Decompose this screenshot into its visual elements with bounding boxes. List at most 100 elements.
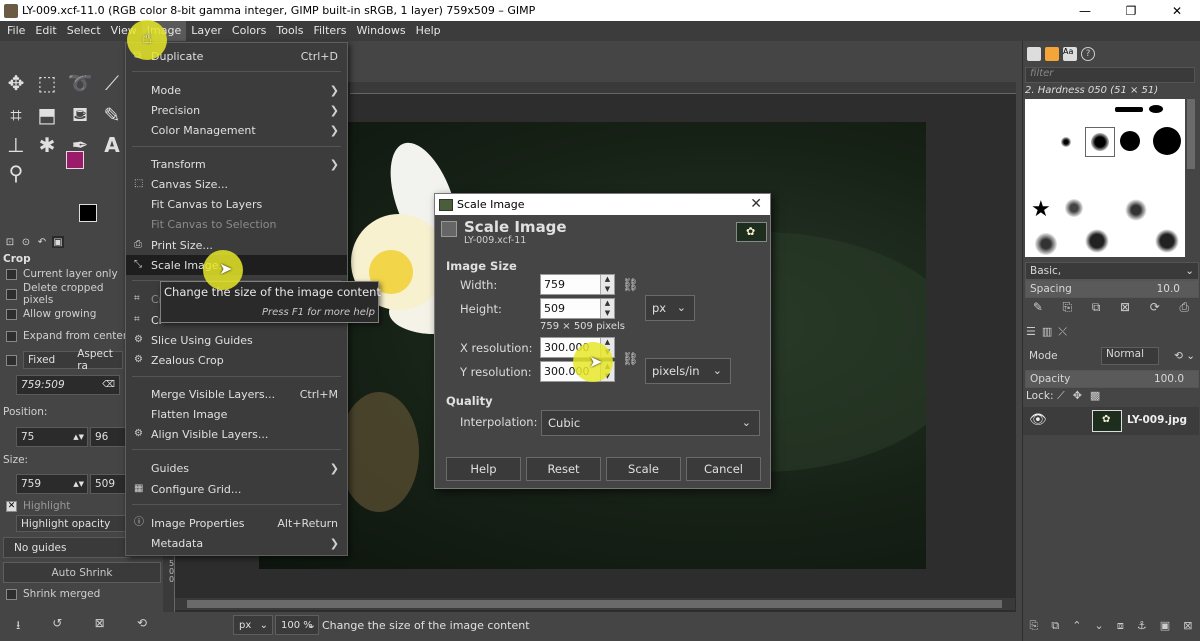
menu-item-merge-visible[interactable]: Merge Visible Layers... Ctrl+M: [126, 384, 347, 404]
scrollbar-thumb[interactable]: [187, 600, 1002, 608]
device-status-tab-icon[interactable]: ⊙: [20, 236, 32, 248]
option-current-layer[interactable]: Current layer only: [0, 264, 130, 284]
duplicate-layer-icon[interactable]: ⧈: [1117, 619, 1124, 637]
fixed-aspect-select[interactable]: Fixed Aspect ra: [23, 348, 123, 372]
mode-select[interactable]: Normal: [1101, 347, 1159, 365]
mode-reset-icon[interactable]: ⟲ ⌄: [1174, 350, 1195, 362]
menu-select[interactable]: Select: [62, 21, 106, 41]
delete-options-icon[interactable]: ⊠: [95, 616, 105, 636]
size-unit-select[interactable]: px ⌄: [645, 295, 695, 321]
menu-item-configure-grid[interactable]: ▦ Configure Grid...: [126, 479, 347, 499]
cancel-button[interactable]: Cancel: [686, 457, 761, 481]
position-x-field[interactable]: 75 ▲▼: [16, 427, 88, 447]
brush-scrollbar[interactable]: [1187, 99, 1195, 169]
menu-item-color-management[interactable]: Color Management ❯: [126, 120, 347, 140]
checkbox[interactable]: [6, 268, 17, 280]
option-highlight[interactable]: ✕ Highlight: [0, 496, 130, 516]
images-tab-icon[interactable]: ▣: [52, 236, 64, 248]
guides-select[interactable]: No guides: [3, 537, 130, 558]
move-tool-icon[interactable]: ✥: [4, 71, 28, 95]
brush-cell[interactable]: [1065, 199, 1083, 217]
lasso-icon[interactable]: ➰: [68, 71, 93, 95]
horizontal-ruler[interactable]: [350, 82, 1016, 94]
brush-grid[interactable]: ★: [1025, 99, 1185, 257]
menu-item-zealous-crop[interactable]: ⚙ Zealous Crop: [126, 350, 347, 370]
menu-item-mode[interactable]: Mode ❯: [126, 80, 347, 100]
clear-icon[interactable]: ⌫: [102, 380, 115, 390]
brushes-tab-icon[interactable]: [1027, 47, 1041, 61]
help-button[interactable]: Help: [446, 457, 521, 481]
bucket-fill-icon[interactable]: ⛾: [68, 102, 92, 127]
duplicate-brush-icon[interactable]: ⧉: [1092, 300, 1101, 316]
lower-layer-icon[interactable]: ⌄: [1095, 619, 1104, 637]
brush-cell[interactable]: [1149, 105, 1163, 113]
aspect-ratio-field[interactable]: 759:509 ⌫: [16, 375, 120, 395]
brush-cell[interactable]: [1035, 233, 1057, 255]
menu-filters[interactable]: Filters: [308, 21, 351, 41]
size-w-field[interactable]: 759 ▲▼: [16, 474, 88, 494]
spin-arrows-icon[interactable]: ▲▼: [600, 275, 614, 294]
brush-cell[interactable]: [1115, 107, 1143, 112]
refresh-brush-icon[interactable]: ⟳: [1150, 300, 1160, 316]
menu-file[interactable]: File: [2, 21, 30, 41]
auto-shrink-button[interactable]: Auto Shrink: [3, 562, 161, 583]
brush-preset-select[interactable]: Basic, ⌄: [1025, 262, 1199, 280]
raise-layer-icon[interactable]: ⌃: [1072, 619, 1081, 637]
open-brush-icon[interactable]: ⎙: [1179, 300, 1189, 316]
visibility-eye-icon[interactable]: 👁: [1029, 412, 1047, 428]
restore-options-icon[interactable]: ↺: [52, 616, 62, 636]
text-tool-icon[interactable]: A: [100, 133, 124, 157]
fuzzy-select-icon[interactable]: ⟋: [100, 71, 124, 95]
menu-item-fit-canvas-layers[interactable]: Fit Canvas to Layers: [126, 194, 347, 214]
paintbrush-icon[interactable]: ✎: [100, 103, 124, 127]
menu-item-slice-guides[interactable]: ⚙ Slice Using Guides: [126, 330, 347, 350]
position-y-field[interactable]: 96: [90, 427, 130, 447]
brush-cell[interactable]: [1153, 127, 1181, 155]
chain-link-size-icon[interactable]: ⛓: [622, 278, 639, 293]
menu-windows[interactable]: Windows: [351, 21, 410, 41]
clone-tool-icon[interactable]: ⊥: [4, 133, 28, 157]
undo-tab-icon[interactable]: ↶: [36, 236, 48, 248]
option-shrink-merged[interactable]: Shrink merged: [0, 584, 130, 604]
lock-alpha-icon[interactable]: ▩: [1090, 389, 1100, 403]
lock-position-icon[interactable]: ✥: [1073, 389, 1082, 403]
new-brush-icon[interactable]: ⎘: [1063, 300, 1073, 316]
menu-item-metadata[interactable]: Metadata ❯: [126, 533, 347, 553]
horizontal-scrollbar[interactable]: [175, 598, 1015, 610]
spin-arrows-icon[interactable]: ▲▼: [600, 299, 614, 318]
spacing-slider[interactable]: Spacing 10.0: [1025, 280, 1199, 298]
edit-brush-icon[interactable]: ✎: [1033, 300, 1043, 316]
paths-tab-icon[interactable]: ⤬: [1058, 325, 1067, 341]
menu-item-fit-canvas-selection[interactable]: Fit Canvas to Selection: [126, 214, 347, 234]
transform-icon[interactable]: ⬒: [35, 103, 59, 127]
zoom-select[interactable]: 100 % ⌄: [275, 615, 319, 635]
patterns-tab-icon[interactable]: [1045, 47, 1059, 61]
menu-item-image-properties[interactable]: ⓘ Image Properties Alt+Return: [126, 513, 347, 533]
spin-arrows-icon[interactable]: ▲▼: [73, 433, 84, 441]
brush-cell[interactable]: [1155, 229, 1179, 253]
checkbox[interactable]: [6, 288, 17, 300]
menu-item-canvas-size[interactable]: ⬚ Canvas Size...: [126, 174, 347, 194]
width-field[interactable]: 759 ▲ ▼: [540, 274, 615, 295]
menu-item-flatten[interactable]: Flatten Image: [126, 404, 347, 424]
menu-item-print-size[interactable]: ⎙ Print Size...: [126, 235, 347, 255]
crop-tool-icon[interactable]: ⌗: [4, 103, 28, 127]
interpolation-select[interactable]: Cubic ⌄: [541, 410, 760, 436]
opacity-slider[interactable]: Opacity 100.0: [1025, 370, 1199, 388]
layers-tab-icon[interactable]: ☰: [1026, 325, 1036, 341]
new-layer-icon[interactable]: ⎘: [1030, 619, 1039, 637]
reset-button[interactable]: Reset: [526, 457, 601, 481]
close-button[interactable]: ✕: [1154, 0, 1200, 21]
fixed-checkbox[interactable]: [6, 354, 17, 366]
spin-arrows-icon[interactable]: ▲▼: [73, 480, 84, 488]
rect-select-icon[interactable]: ⬚: [35, 71, 59, 95]
unit-select[interactable]: px ⌄: [233, 615, 273, 635]
menu-tools[interactable]: Tools: [271, 21, 308, 41]
delete-brush-icon[interactable]: ⊠: [1120, 300, 1130, 316]
checkbox[interactable]: [6, 588, 17, 600]
checkbox[interactable]: [6, 308, 17, 320]
menu-layer[interactable]: Layer: [186, 21, 227, 41]
scale-button[interactable]: Scale: [606, 457, 681, 481]
option-expand-center[interactable]: Expand from center: [0, 326, 130, 346]
minimize-button[interactable]: —: [1062, 0, 1108, 21]
